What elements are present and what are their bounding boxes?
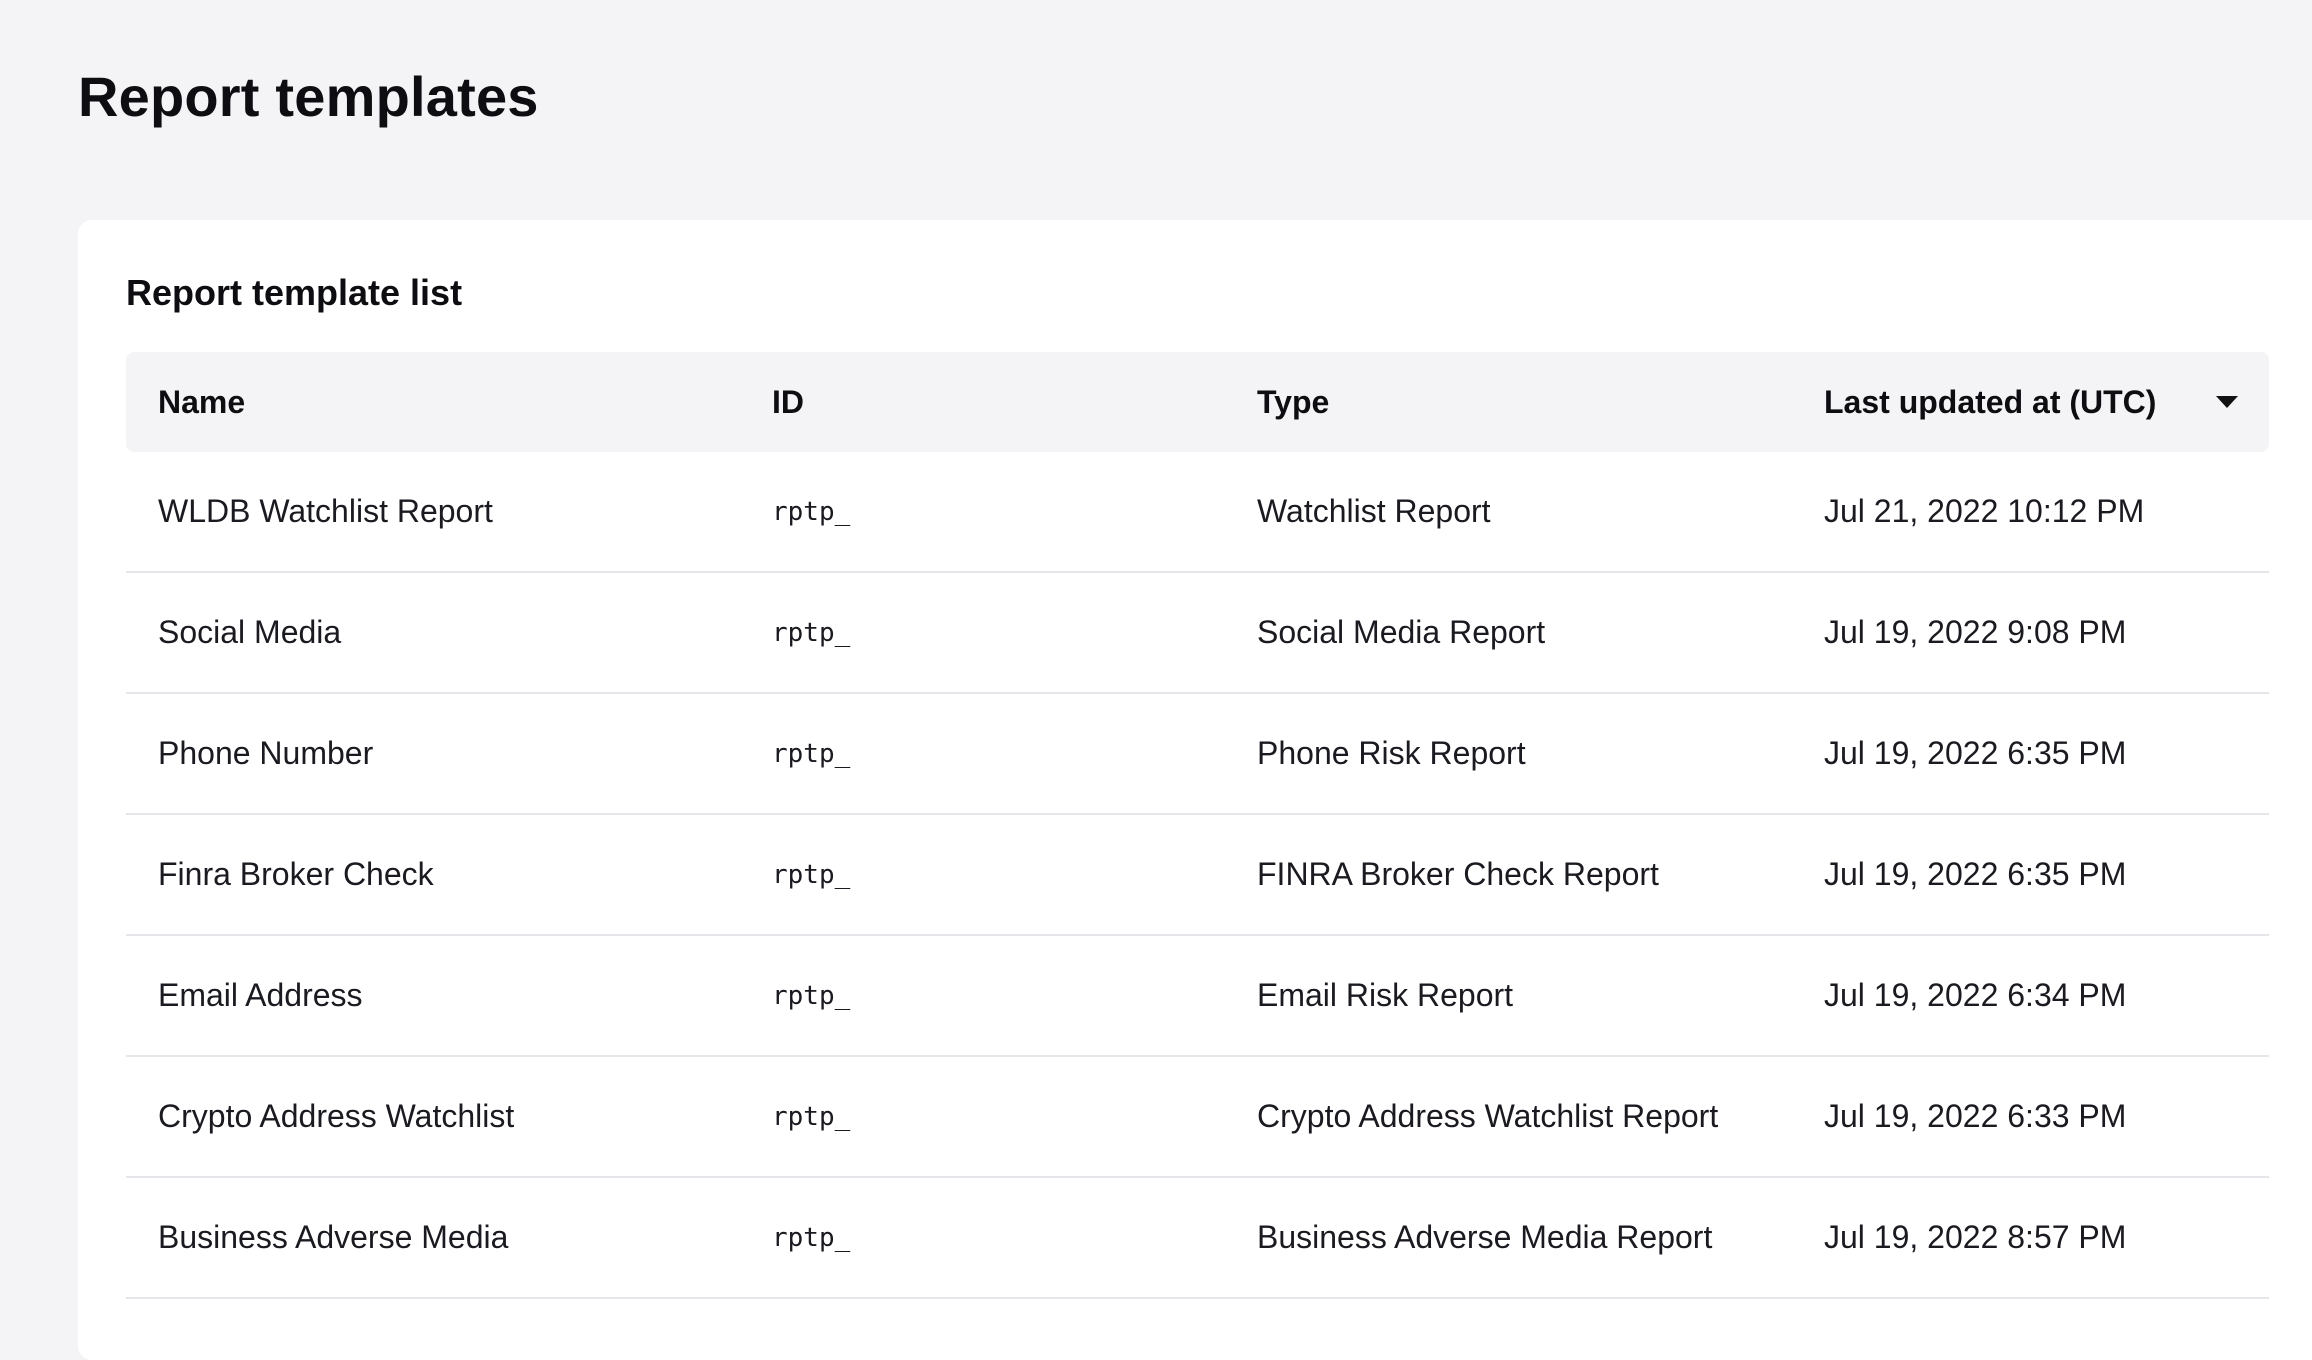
cell-name: Crypto Address Watchlist xyxy=(158,1098,515,1134)
cell-type: Email Risk Report xyxy=(1257,977,1514,1013)
cell-id: rptp_ xyxy=(772,1101,851,1132)
cell-type: Crypto Address Watchlist Report xyxy=(1257,1098,1719,1134)
cell-type: Phone Risk Report xyxy=(1257,735,1526,771)
table-header: Name ID Type Last updated at (UTC) xyxy=(126,352,2269,452)
cell-name: Phone Number xyxy=(158,735,374,771)
cell-type: Watchlist Report xyxy=(1257,493,1491,529)
cell-id: rptp_ xyxy=(772,859,851,890)
cell-last-updated: Jul 19, 2022 9:08 PM xyxy=(1824,614,2127,650)
table-row[interactable]: Business Adverse Media rptp_ Business Ad… xyxy=(126,1178,2269,1299)
cell-type: FINRA Broker Check Report xyxy=(1257,856,1659,892)
cell-last-updated: Jul 19, 2022 6:35 PM xyxy=(1824,856,2127,892)
cell-id: rptp_ xyxy=(772,738,851,769)
table-row[interactable]: Crypto Address Watchlist rptp_ Crypto Ad… xyxy=(126,1057,2269,1178)
page-title: Report templates xyxy=(78,65,539,128)
cell-type: Business Adverse Media Report xyxy=(1257,1219,1713,1255)
cell-last-updated: Jul 21, 2022 10:12 PM xyxy=(1824,493,2145,529)
cell-id: rptp_ xyxy=(772,980,851,1011)
cell-last-updated: Jul 19, 2022 8:57 PM xyxy=(1824,1219,2127,1255)
column-header-id[interactable]: ID xyxy=(772,384,804,421)
cell-name: Finra Broker Check xyxy=(158,856,434,892)
column-header-type[interactable]: Type xyxy=(1257,384,1329,421)
caret-down-icon[interactable] xyxy=(2216,396,2238,408)
cell-id: rptp_ xyxy=(772,496,851,527)
table-row[interactable]: Social Media rptp_ Social Media Report J… xyxy=(126,573,2269,694)
table-row[interactable]: Phone Number rptp_ Phone Risk Report Jul… xyxy=(126,694,2269,815)
cell-name: Business Adverse Media xyxy=(158,1219,509,1255)
table-row[interactable]: Email Address rptp_ Email Risk Report Ju… xyxy=(126,936,2269,1057)
column-header-name[interactable]: Name xyxy=(158,384,245,421)
cell-last-updated: Jul 19, 2022 6:34 PM xyxy=(1824,977,2127,1013)
card-title: Report template list xyxy=(126,272,463,313)
cell-last-updated: Jul 19, 2022 6:35 PM xyxy=(1824,735,2127,771)
cell-id: rptp_ xyxy=(772,617,851,648)
report-template-table: Name ID Type Last updated at (UTC) WLDB … xyxy=(126,352,2269,1299)
cell-type: Social Media Report xyxy=(1257,614,1546,650)
cell-id: rptp_ xyxy=(772,1222,851,1253)
cell-last-updated: Jul 19, 2022 6:33 PM xyxy=(1824,1098,2127,1134)
column-header-last-updated[interactable]: Last updated at (UTC) xyxy=(1824,384,2156,421)
table-row[interactable]: Finra Broker Check rptp_ FINRA Broker Ch… xyxy=(126,815,2269,936)
report-template-card: Report template list Name ID Type Last u… xyxy=(78,220,2312,1360)
table-row[interactable]: WLDB Watchlist Report rptp_ Watchlist Re… xyxy=(126,452,2269,573)
cell-name: Social Media xyxy=(158,614,342,650)
cell-name: Email Address xyxy=(158,977,363,1013)
cell-name: WLDB Watchlist Report xyxy=(158,493,493,529)
